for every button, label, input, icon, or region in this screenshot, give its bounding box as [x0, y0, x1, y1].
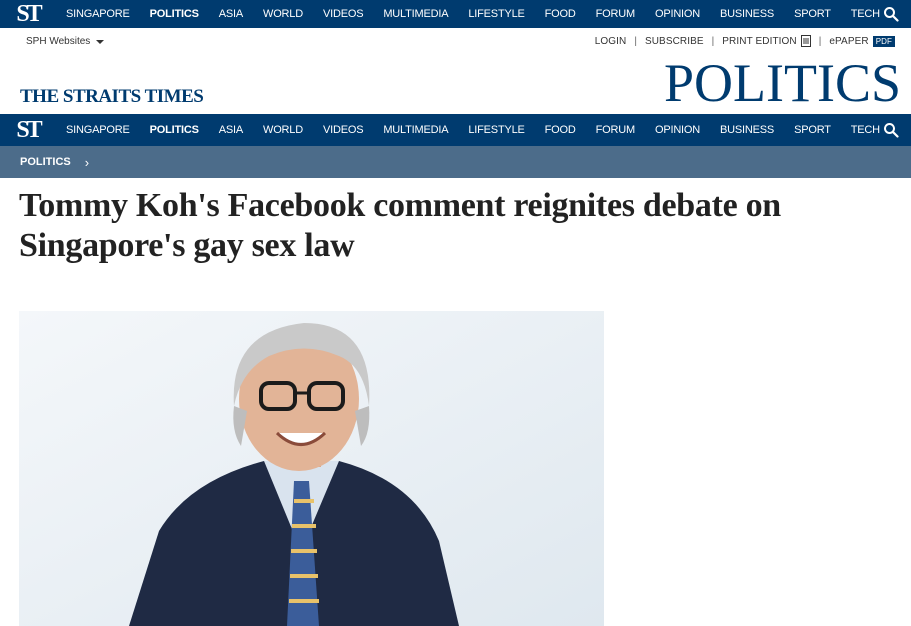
- epaper-link[interactable]: ePAPER PDF: [821, 35, 903, 47]
- epaper-label: ePAPER: [829, 35, 869, 47]
- main-nav-items: SINGAPORE POLITICS ASIA WORLD VIDEOS MULTIMED…: [56, 114, 890, 146]
- section-title: POLITICS: [663, 53, 901, 113]
- main-nav-item-forum[interactable]: FORUM: [586, 114, 645, 146]
- utility-links: LOGIN | SUBSCRIBE | PRINT EDITION | ePAP…: [587, 35, 903, 47]
- top-nav-item-business[interactable]: BUSINESS: [710, 0, 784, 28]
- main-nav-item-politics[interactable]: POLITICS: [140, 114, 209, 146]
- top-nav-item-opinion[interactable]: OPINION: [645, 0, 710, 28]
- top-nav-item-politics[interactable]: POLITICS: [140, 0, 209, 28]
- top-navbar: ST SINGAPORE POLITICS ASIA WORLD VIDEOS MULTI…: [0, 0, 911, 28]
- chevron-down-icon: [96, 39, 105, 44]
- main-nav-item-singapore[interactable]: SINGAPORE: [56, 114, 140, 146]
- article-headline: Tommy Koh's Facebook comment reignites d…: [19, 187, 781, 264]
- main-nav-item-asia[interactable]: ASIA: [209, 114, 253, 146]
- sph-websites-dropdown[interactable]: SPH Websites: [26, 36, 105, 47]
- main-nav-item-food[interactable]: FOOD: [535, 114, 586, 146]
- top-nav-item-lifestyle[interactable]: LIFESTYLE: [458, 0, 534, 28]
- sph-websites-label: SPH Websites: [26, 36, 91, 47]
- top-nav-item-sport[interactable]: SPORT: [784, 0, 841, 28]
- top-nav-item-videos[interactable]: VIDEOS: [313, 0, 373, 28]
- pdf-badge: PDF: [872, 35, 895, 47]
- print-edition-link[interactable]: PRINT EDITION: [714, 35, 818, 47]
- breadcrumb-politics[interactable]: POLITICS: [20, 156, 71, 168]
- top-nav-item-singapore[interactable]: SINGAPORE: [56, 0, 140, 28]
- search-icon[interactable]: [883, 6, 899, 22]
- top-nav-item-world[interactable]: WORLD: [253, 0, 313, 28]
- main-nav-item-opinion[interactable]: OPINION: [645, 114, 710, 146]
- top-nav-item-food[interactable]: FOOD: [535, 0, 586, 28]
- top-nav-item-asia[interactable]: ASIA: [209, 0, 253, 28]
- breadcrumb: POLITICS ›: [0, 146, 911, 178]
- top-nav-item-multimedia[interactable]: MULTIMEDIA: [373, 0, 458, 28]
- straits-times-logo[interactable]: THE STRAITS TIMES: [20, 86, 204, 108]
- main-nav-item-world[interactable]: WORLD: [253, 114, 313, 146]
- st-logo[interactable]: ST: [0, 0, 56, 28]
- main-nav-item-lifestyle[interactable]: LIFESTYLE: [458, 114, 534, 146]
- st-logo[interactable]: ST: [0, 114, 56, 146]
- subscribe-link[interactable]: SUBSCRIBE: [637, 36, 712, 47]
- portrait-illustration: [19, 311, 604, 626]
- main-nav-item-multimedia[interactable]: MULTIMEDIA: [373, 114, 458, 146]
- top-nav-item-forum[interactable]: FORUM: [586, 0, 645, 28]
- article-photo: [19, 311, 604, 626]
- login-link[interactable]: LOGIN: [587, 36, 635, 47]
- main-navbar: ST SINGAPORE POLITICS ASIA WORLD VIDEOS MULTI…: [0, 114, 911, 146]
- top-nav-items: SINGAPORE POLITICS ASIA WORLD VIDEOS MULTIMED…: [56, 0, 890, 28]
- print-edition-label: PRINT EDITION: [722, 35, 797, 47]
- chevron-right-icon: ›: [84, 154, 90, 170]
- document-icon: [800, 35, 811, 47]
- main-nav-item-sport[interactable]: SPORT: [784, 114, 841, 146]
- main-nav-item-business[interactable]: BUSINESS: [710, 114, 784, 146]
- search-icon[interactable]: [883, 122, 899, 138]
- utility-bar: SPH Websites LOGIN | SUBSCRIBE | PRINT E…: [0, 28, 911, 54]
- masthead: THE STRAITS TIMES POLITICS: [0, 53, 911, 114]
- main-nav-item-videos[interactable]: VIDEOS: [313, 114, 373, 146]
